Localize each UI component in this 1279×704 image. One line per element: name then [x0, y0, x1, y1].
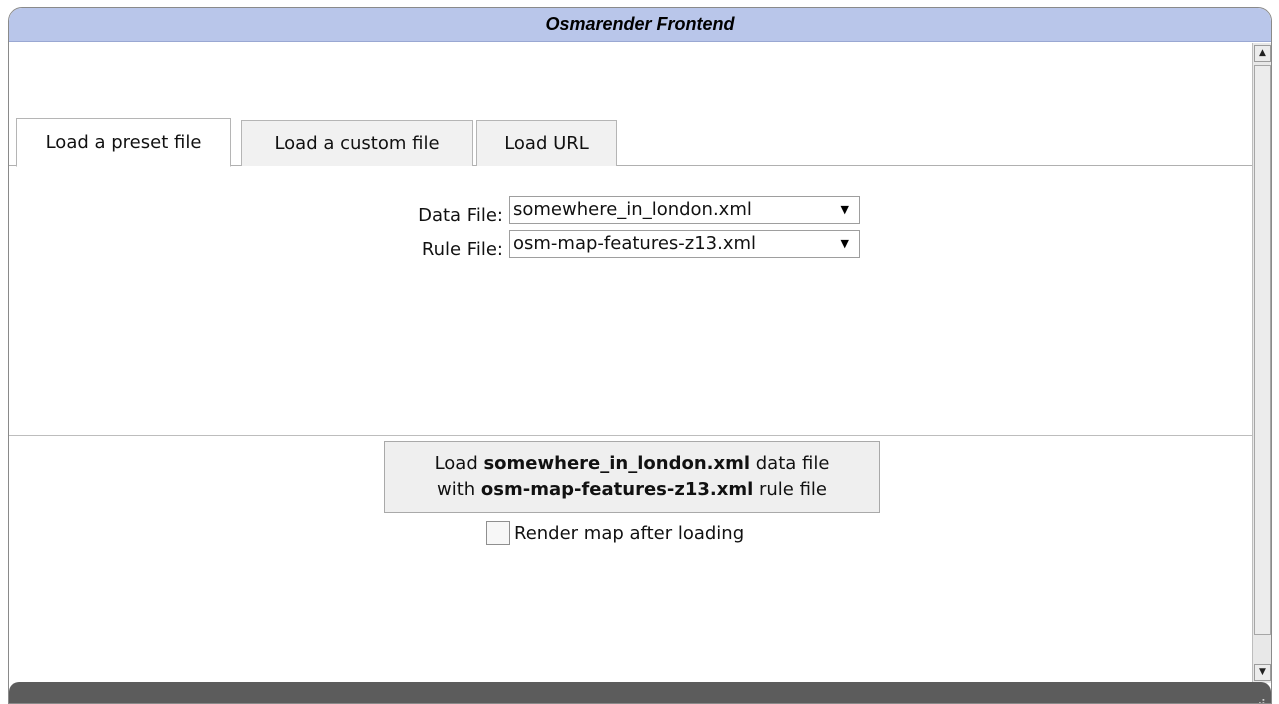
section-divider: [9, 435, 1253, 436]
resize-grip-icon[interactable]: ⠴: [1257, 695, 1266, 703]
tab-label: Load a preset file: [45, 132, 202, 153]
rule-file-label: Rule File:: [421, 239, 503, 260]
app-window: Osmarender Frontend Load a preset file L…: [8, 7, 1272, 704]
title-bar: Osmarender Frontend: [9, 8, 1271, 42]
scroll-down-icon[interactable]: ▼: [1254, 664, 1271, 681]
data-file-label: Data File:: [418, 205, 503, 226]
scrollbar-thumb[interactable]: [1254, 65, 1271, 635]
load-button-text: data file: [750, 453, 830, 474]
load-button-text: rule file: [753, 479, 827, 500]
tab-load-preset-file[interactable]: Load a preset file: [16, 118, 231, 167]
render-after-loading-option[interactable]: Render map after loading: [486, 520, 744, 546]
vertical-scrollbar[interactable]: ▲ ▼: [1252, 43, 1271, 683]
chevron-down-icon: ▼: [840, 203, 849, 216]
tab-bar: Load a preset file Load a custom file Lo…: [9, 118, 1253, 167]
render-after-loading-checkbox[interactable]: [486, 521, 510, 545]
chevron-down-icon: ▼: [840, 237, 849, 250]
data-file-select[interactable]: somewhere_in_london.xml ▼: [509, 196, 860, 224]
scroll-up-icon[interactable]: ▲: [1254, 45, 1271, 62]
tab-load-custom-file[interactable]: Load a custom file: [241, 120, 473, 166]
load-button-line-1: Load somewhere_in_london.xml data file: [435, 451, 830, 477]
rule-file-select[interactable]: osm-map-features-z13.xml ▼: [509, 230, 860, 258]
load-button-data-file: somewhere_in_london.xml: [483, 453, 751, 474]
window-title: Osmarender Frontend: [545, 14, 735, 34]
load-button-line-2: with osm-map-features-z13.xml rule file: [437, 477, 827, 503]
load-button-rule-file: osm-map-features-z13.xml: [480, 479, 754, 500]
tab-label: Load URL: [504, 133, 589, 154]
load-button-text: with: [436, 479, 481, 500]
rule-file-value: osm-map-features-z13.xml: [513, 233, 757, 254]
load-file-button[interactable]: Load somewhere_in_london.xml data file w…: [384, 441, 880, 513]
load-button-text: Load: [434, 453, 484, 474]
tab-label: Load a custom file: [274, 133, 440, 154]
status-bar: ⠴: [9, 682, 1271, 703]
tab-load-url[interactable]: Load URL: [476, 120, 617, 166]
render-after-loading-label: Render map after loading: [514, 522, 745, 544]
data-file-value: somewhere_in_london.xml: [513, 199, 752, 220]
